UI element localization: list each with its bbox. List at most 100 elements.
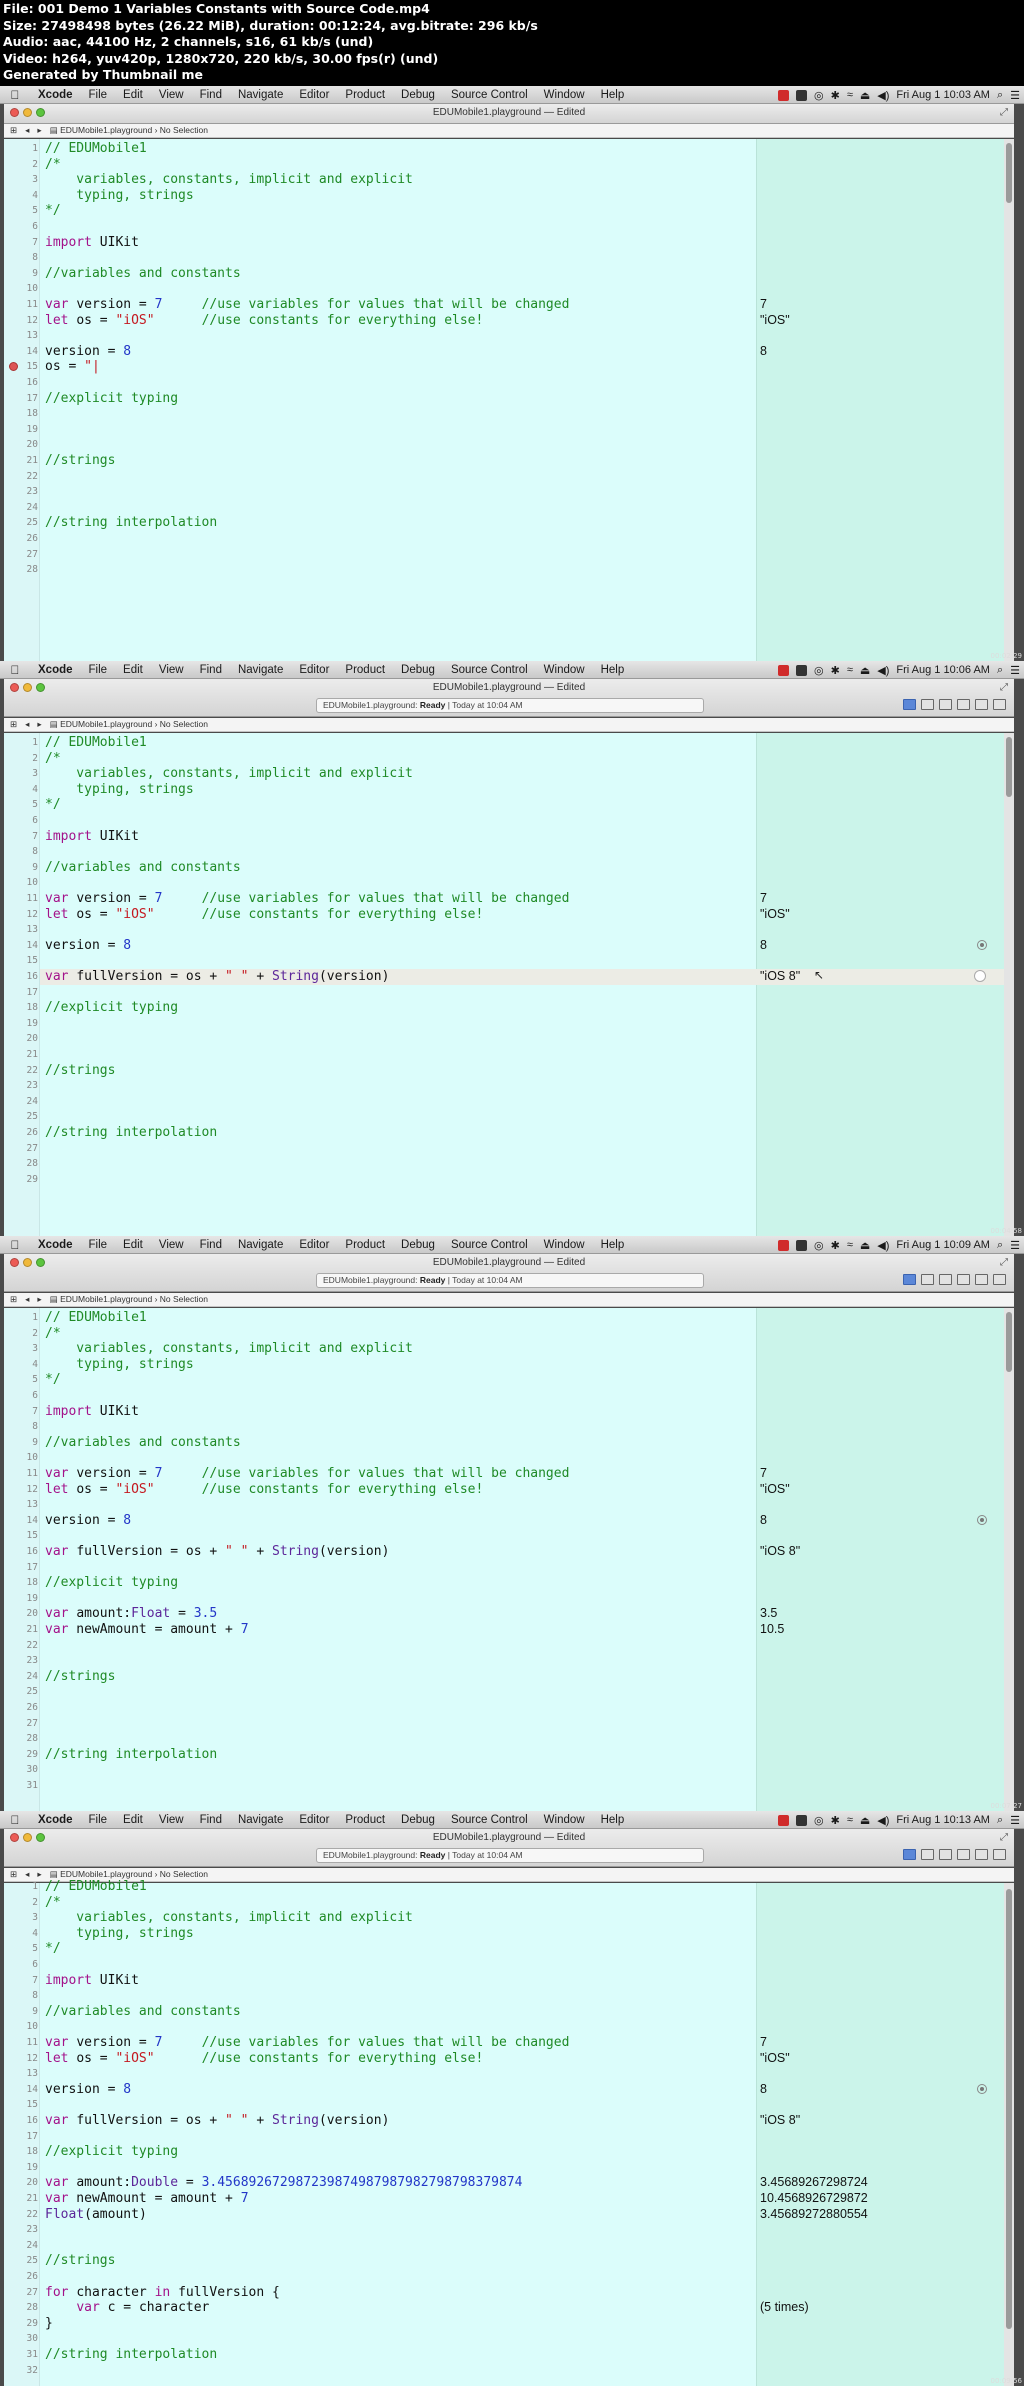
menu-source-control[interactable]: Source Control <box>443 89 536 101</box>
code-line[interactable]: */ <box>45 203 61 219</box>
code-line[interactable]: //strings <box>45 1669 115 1685</box>
code-line[interactable]: // EDUMobile1 <box>45 141 147 157</box>
menu-find[interactable]: Find <box>192 89 230 101</box>
menu-xcode[interactable]: Xcode <box>30 1239 81 1251</box>
code-line[interactable]: version = 8 <box>45 2082 131 2098</box>
menu-editor[interactable]: Editor <box>291 1814 337 1826</box>
related-items-icon[interactable]: ⊞ <box>10 1294 17 1304</box>
navigator-toggle-button[interactable] <box>957 1849 970 1860</box>
code-line[interactable]: typing, strings <box>45 188 193 204</box>
code-line[interactable]: import UIKit <box>45 829 139 845</box>
menu-file[interactable]: File <box>81 1814 116 1826</box>
code-line[interactable]: import UIKit <box>45 1404 139 1420</box>
code-line[interactable]: */ <box>45 797 61 813</box>
menu-edit[interactable]: Edit <box>115 1814 151 1826</box>
utilities-toggle-button[interactable] <box>993 1274 1006 1285</box>
menu-help[interactable]: Help <box>593 1814 633 1826</box>
value-history-toggle-icon[interactable] <box>974 970 986 982</box>
editor-scrollbar[interactable] <box>1004 1883 1014 2386</box>
version-editor-button[interactable] <box>939 1274 952 1285</box>
notification-list-icon[interactable]: ☰ <box>1010 1239 1020 1252</box>
apple-icon[interactable]:  <box>0 663 30 677</box>
notification-list-icon[interactable]: ☰ <box>1010 664 1020 677</box>
code-line[interactable]: os = "| <box>45 359 100 375</box>
back-arrow-icon[interactable]: ◂ <box>25 719 29 729</box>
menu-view[interactable]: View <box>151 664 192 676</box>
code-line[interactable]: // EDUMobile1 <box>45 735 147 751</box>
menu-source-control[interactable]: Source Control <box>443 1239 536 1251</box>
version-editor-button[interactable] <box>939 1849 952 1860</box>
scrollbar-thumb[interactable] <box>1006 143 1012 203</box>
menu-navigate[interactable]: Navigate <box>230 664 291 676</box>
menu-help[interactable]: Help <box>593 89 633 101</box>
menu-file[interactable]: File <box>81 1239 116 1251</box>
menu-product[interactable]: Product <box>337 1239 393 1251</box>
assistant-editor-button[interactable] <box>921 1274 934 1285</box>
jump-bar-file[interactable]: ▤ EDUMobile1.playground › No Selection <box>50 719 208 729</box>
forward-arrow-icon[interactable]: ▸ <box>37 125 41 135</box>
menu-editor[interactable]: Editor <box>291 89 337 101</box>
menu-xcode[interactable]: Xcode <box>30 664 81 676</box>
menu-find[interactable]: Find <box>192 1239 230 1251</box>
code-line[interactable]: //explicit typing <box>45 391 178 407</box>
menu-debug[interactable]: Debug <box>393 1239 443 1251</box>
menu-file[interactable]: File <box>81 664 116 676</box>
code-line[interactable]: //strings <box>45 2253 115 2269</box>
menu-view[interactable]: View <box>151 89 192 101</box>
code-line[interactable]: variables, constants, implicit and expli… <box>45 766 413 782</box>
value-history-icon[interactable] <box>977 1514 987 1525</box>
code-line[interactable]: var c = character <box>45 2300 209 2316</box>
utilities-toggle-button[interactable] <box>993 1849 1006 1860</box>
code-line[interactable]: typing, strings <box>45 1926 193 1942</box>
menu-editor[interactable]: Editor <box>291 664 337 676</box>
jump-bar-file[interactable]: ▤ EDUMobile1.playground › No Selection <box>50 1869 208 1879</box>
forward-arrow-icon[interactable]: ▸ <box>37 1294 41 1304</box>
code-line[interactable]: var amount:Double = 3.456892672987239874… <box>45 2175 522 2191</box>
menu-help[interactable]: Help <box>593 664 633 676</box>
menu-view[interactable]: View <box>151 1814 192 1826</box>
fullscreen-icon[interactable]: ⤢ <box>1000 107 1008 118</box>
related-items-icon[interactable]: ⊞ <box>10 125 17 135</box>
code-line[interactable]: //string interpolation <box>45 1125 217 1141</box>
code-line[interactable]: } <box>45 2316 53 2332</box>
scrollbar-thumb[interactable] <box>1006 737 1012 797</box>
menu-navigate[interactable]: Navigate <box>230 89 291 101</box>
menu-source-control[interactable]: Source Control <box>443 1814 536 1826</box>
debug-area-toggle-button[interactable] <box>975 699 988 710</box>
menu-debug[interactable]: Debug <box>393 664 443 676</box>
code-line[interactable]: var amount:Float = 3.5 <box>45 1606 217 1622</box>
code-line[interactable]: let os = "iOS" //use constants for every… <box>45 907 483 923</box>
assistant-editor-button[interactable] <box>921 1849 934 1860</box>
code-line[interactable]: //explicit typing <box>45 1000 178 1016</box>
code-line[interactable]: /* <box>45 1895 61 1911</box>
navigator-toggle-button[interactable] <box>957 1274 970 1285</box>
code-line[interactable]: variables, constants, implicit and expli… <box>45 1341 413 1357</box>
menu-navigate[interactable]: Navigate <box>230 1239 291 1251</box>
menu-file[interactable]: File <box>81 89 116 101</box>
menu-product[interactable]: Product <box>337 89 393 101</box>
code-line[interactable]: /* <box>45 751 61 767</box>
jump-bar-file[interactable]: ▤ EDUMobile1.playground › No Selection <box>50 1294 208 1304</box>
code-line[interactable]: var fullVersion = os + " " + String(vers… <box>45 1544 389 1560</box>
debug-area-toggle-button[interactable] <box>975 1849 988 1860</box>
menu-edit[interactable]: Edit <box>115 1239 151 1251</box>
scrollbar-thumb[interactable] <box>1006 1889 1012 2329</box>
apple-icon[interactable]:  <box>0 1238 30 1252</box>
apple-icon[interactable]:  <box>0 1813 30 1827</box>
fullscreen-icon[interactable]: ⤢ <box>1000 1832 1008 1843</box>
editor-scrollbar[interactable] <box>1004 1308 1014 1811</box>
standard-editor-button[interactable] <box>903 1849 916 1860</box>
version-editor-button[interactable] <box>939 699 952 710</box>
menu-help[interactable]: Help <box>593 1239 633 1251</box>
code-line[interactable]: //strings <box>45 453 115 469</box>
menu-view[interactable]: View <box>151 1239 192 1251</box>
code-line[interactable]: //variables and constants <box>45 266 241 282</box>
menu-debug[interactable]: Debug <box>393 1814 443 1826</box>
notification-list-icon[interactable]: ☰ <box>1010 1814 1020 1827</box>
code-line[interactable]: //string interpolation <box>45 515 217 531</box>
related-items-icon[interactable]: ⊞ <box>10 1869 17 1879</box>
debug-area-toggle-button[interactable] <box>975 1274 988 1285</box>
code-line[interactable]: /* <box>45 1326 61 1342</box>
menu-window[interactable]: Window <box>536 1814 593 1826</box>
menu-window[interactable]: Window <box>536 89 593 101</box>
